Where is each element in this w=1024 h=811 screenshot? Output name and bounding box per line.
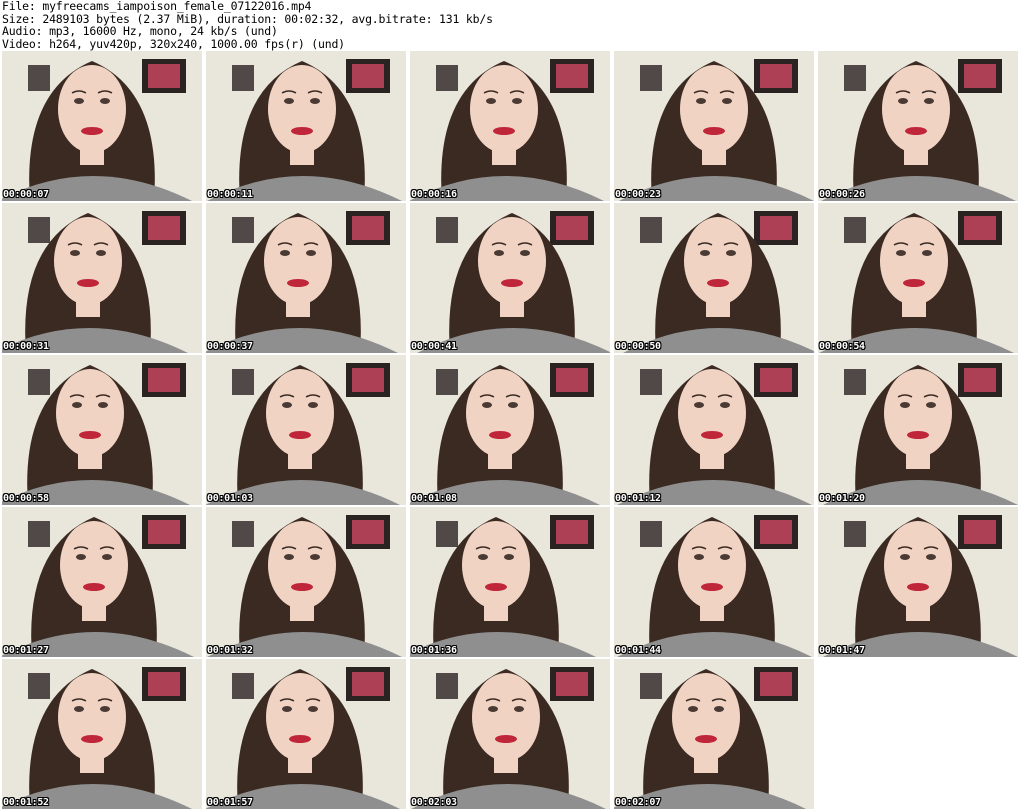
- frame-illustration: [2, 51, 202, 201]
- thumbnail-timestamp: 00:01:08: [411, 493, 457, 504]
- video-thumbnail: 00:01:27: [2, 507, 202, 657]
- frame-illustration: [2, 507, 202, 657]
- video-thumbnail: 00:02:03: [410, 659, 610, 809]
- thumbnail-timestamp: 00:01:12: [615, 493, 661, 504]
- video-thumbnail: 00:00:07: [2, 51, 202, 201]
- video-thumbnail: 00:00:16: [410, 51, 610, 201]
- thumbnail-timestamp: 00:00:54: [819, 341, 865, 352]
- frame-illustration: [614, 51, 814, 201]
- video-thumbnail: 00:00:41: [410, 203, 610, 353]
- thumbnail-timestamp: 00:00:58: [3, 493, 49, 504]
- video-thumbnail: 00:01:12: [614, 355, 814, 505]
- video-thumbnail: 00:01:20: [818, 355, 1018, 505]
- frame-illustration: [410, 507, 610, 657]
- frame-illustration: [614, 507, 814, 657]
- thumbnail-timestamp: 00:01:03: [207, 493, 253, 504]
- thumbnail-timestamp: 00:00:26: [819, 189, 865, 200]
- frame-illustration: [614, 203, 814, 353]
- video-thumbnail: 00:01:52: [2, 659, 202, 809]
- thumbnail-timestamp: 00:00:41: [411, 341, 457, 352]
- video-thumbnail: 00:00:50: [614, 203, 814, 353]
- video-thumbnail: 00:00:11: [206, 51, 406, 201]
- thumbnail-timestamp: 00:00:23: [615, 189, 661, 200]
- video-thumbnail: 00:00:23: [614, 51, 814, 201]
- frame-illustration: [2, 659, 202, 809]
- frame-illustration: [818, 203, 1018, 353]
- thumbnail-timestamp: 00:01:57: [207, 797, 253, 808]
- frame-illustration: [206, 51, 406, 201]
- video-thumbnail: 00:00:58: [2, 355, 202, 505]
- thumbnail-timestamp: 00:01:47: [819, 645, 865, 656]
- thumbnail-timestamp: 00:00:37: [207, 341, 253, 352]
- video-info-line: Video: h264, yuv420p, 320x240, 1000.00 f…: [2, 36, 345, 51]
- thumbnail-timestamp: 00:01:20: [819, 493, 865, 504]
- thumbnail-timestamp: 00:01:52: [3, 797, 49, 808]
- frame-illustration: [206, 355, 406, 505]
- video-thumbnail: 00:00:37: [206, 203, 406, 353]
- thumbnail-timestamp: 00:01:44: [615, 645, 661, 656]
- frame-illustration: [614, 355, 814, 505]
- video-thumbnail: 00:00:26: [818, 51, 1018, 201]
- thumbnail-timestamp: 00:02:07: [615, 797, 661, 808]
- file-name-line: File: myfreecams_iampoison_female_071220…: [2, 0, 312, 13]
- thumbnail-timestamp: 00:02:03: [411, 797, 457, 808]
- video-thumbnail: 00:02:07: [614, 659, 814, 809]
- frame-illustration: [410, 51, 610, 201]
- thumbnail-grid: 00:00:07 00:00:11 00:00:16 00:00:23 00:00:26…: [2, 51, 1022, 811]
- video-thumbnail: 00:00:31: [2, 203, 202, 353]
- frame-illustration: [410, 203, 610, 353]
- thumbnail-timestamp: 00:00:07: [3, 189, 49, 200]
- frame-illustration: [206, 659, 406, 809]
- thumbnail-timestamp: 00:00:16: [411, 189, 457, 200]
- frame-illustration: [410, 355, 610, 505]
- frame-illustration: [2, 355, 202, 505]
- frame-illustration: [410, 659, 610, 809]
- frame-illustration: [614, 659, 814, 809]
- frame-illustration: [206, 507, 406, 657]
- frame-illustration: [206, 203, 406, 353]
- thumbnail-timestamp: 00:01:32: [207, 645, 253, 656]
- thumbnail-timestamp: 00:00:11: [207, 189, 253, 200]
- frame-illustration: [818, 355, 1018, 505]
- video-thumbnail: 00:01:44: [614, 507, 814, 657]
- frame-illustration: [818, 507, 1018, 657]
- video-thumbnail: 00:01:32: [206, 507, 406, 657]
- thumbnail-timestamp: 00:00:50: [615, 341, 661, 352]
- video-thumbnail: 00:01:47: [818, 507, 1018, 657]
- audio-info-line: Audio: mp3, 16000 Hz, mono, 24 kb/s (und…: [2, 24, 278, 38]
- video-thumbnail: 00:01:57: [206, 659, 406, 809]
- video-thumbnail: 00:01:36: [410, 507, 610, 657]
- frame-illustration: [2, 203, 202, 353]
- video-thumbnail: 00:01:03: [206, 355, 406, 505]
- thumbnail-timestamp: 00:00:31: [3, 341, 49, 352]
- video-thumbnail: 00:01:08: [410, 355, 610, 505]
- file-info-header: File: myfreecams_iampoison_female_071220…: [2, 0, 1022, 50]
- thumbnail-timestamp: 00:01:27: [3, 645, 49, 656]
- frame-illustration: [818, 51, 1018, 201]
- video-thumbnail: 00:00:54: [818, 203, 1018, 353]
- thumbnail-timestamp: 00:01:36: [411, 645, 457, 656]
